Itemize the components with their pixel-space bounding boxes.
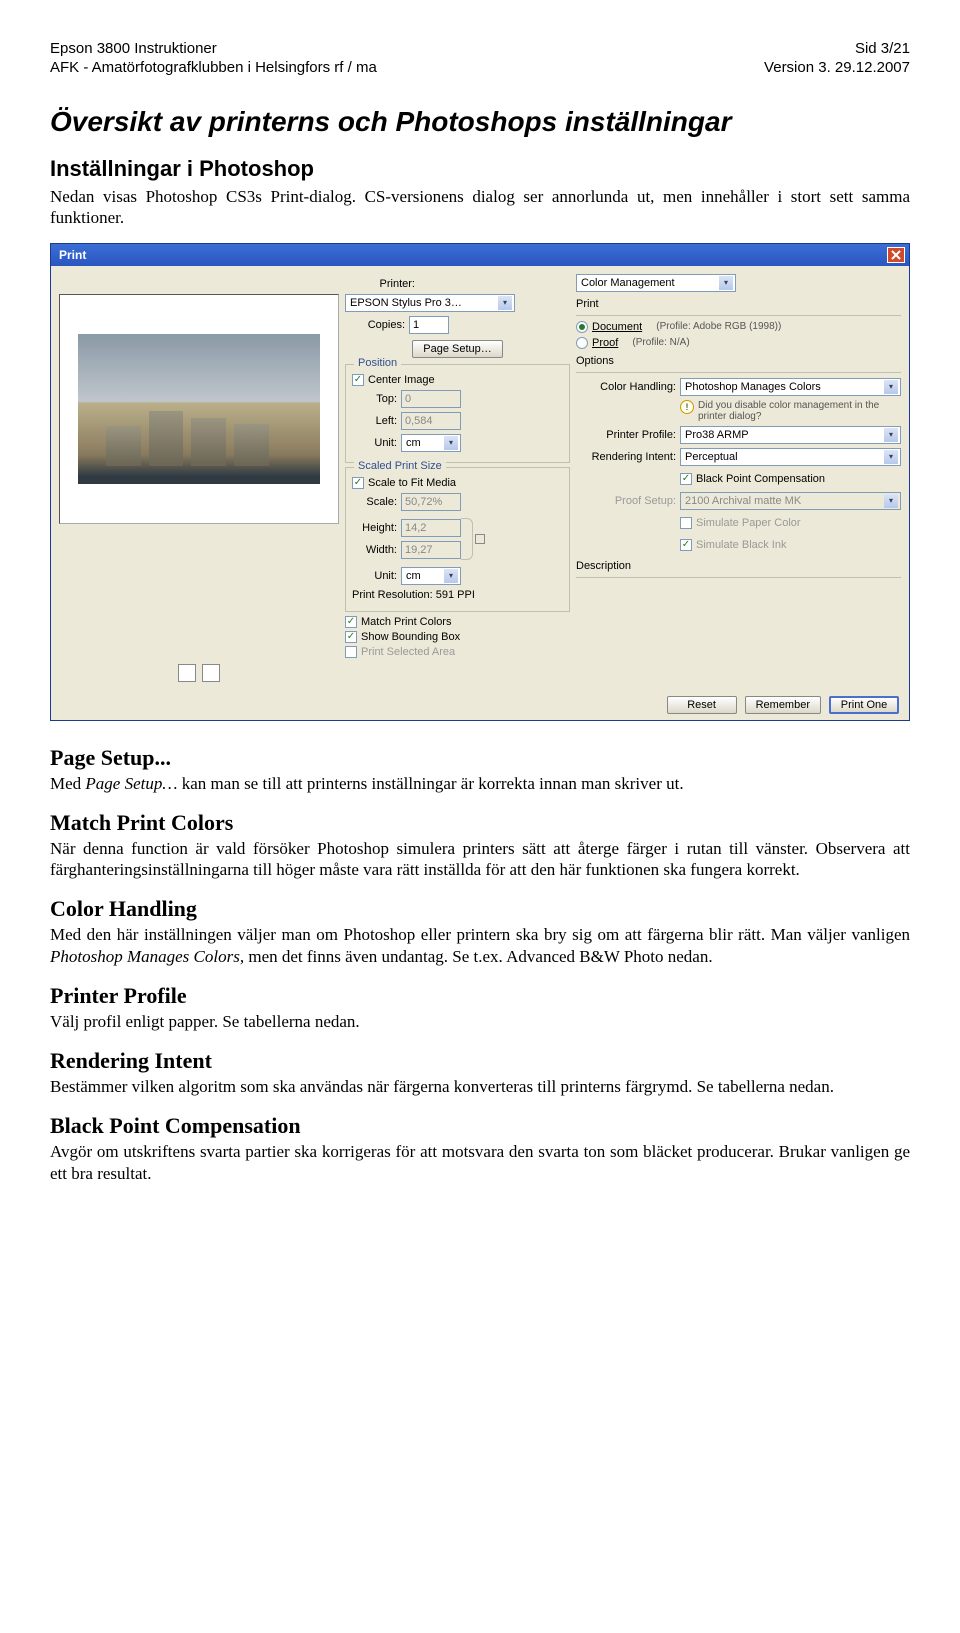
paragraph-printer-profile: Välj profil enligt papper. Se tabellerna… bbox=[50, 1011, 910, 1032]
paragraph-color-handling: Med den här inställningen väljer man om … bbox=[50, 924, 910, 967]
chevron-down-icon: ▾ bbox=[884, 494, 898, 508]
paragraph-page-setup: Med Page Setup… kan man se till att prin… bbox=[50, 773, 910, 794]
heading-match-print-colors: Match Print Colors bbox=[50, 810, 910, 836]
close-icon[interactable] bbox=[887, 247, 905, 263]
paragraph-match-print-colors: När denna function är vald försöker Phot… bbox=[50, 838, 910, 881]
intro-paragraph: Nedan visas Photoshop CS3s Print-dialog.… bbox=[50, 186, 910, 229]
top-input bbox=[401, 390, 461, 408]
printer-profile-label: Printer Profile: bbox=[576, 429, 676, 441]
chevron-down-icon: ▾ bbox=[444, 569, 458, 583]
link-icon[interactable] bbox=[475, 534, 485, 544]
height-label: Height: bbox=[352, 522, 397, 534]
print-one-button[interactable]: Print One bbox=[829, 696, 899, 714]
paragraph-rendering-intent: Bestämmer vilken algoritm som ska använd… bbox=[50, 1076, 910, 1097]
height-input bbox=[401, 519, 461, 537]
top-label: Top: bbox=[352, 393, 397, 405]
orientation-landscape-icon[interactable] bbox=[202, 664, 220, 682]
proof-setup-select: 2100 Archival matte MK▾ bbox=[680, 492, 901, 510]
scaled-legend: Scaled Print Size bbox=[354, 460, 446, 472]
heading-rendering-intent: Rendering Intent bbox=[50, 1048, 910, 1074]
match-print-colors-checkbox[interactable]: Match Print Colors bbox=[345, 616, 570, 628]
chevron-down-icon: ▾ bbox=[884, 428, 898, 442]
heading-color-handling: Color Handling bbox=[50, 896, 910, 922]
printer-profile-select[interactable]: Pro38 ARMP▾ bbox=[680, 426, 901, 444]
scale-label: Scale: bbox=[352, 496, 397, 508]
header-right-1: Sid 3/21 bbox=[855, 40, 910, 57]
page-title: Översikt av printerns och Photoshops ins… bbox=[50, 106, 910, 138]
rendering-intent-select[interactable]: Perceptual▾ bbox=[680, 448, 901, 466]
color-handling-select[interactable]: Photoshop Manages Colors▾ bbox=[680, 378, 901, 396]
show-bounding-box-checkbox[interactable]: Show Bounding Box bbox=[345, 631, 570, 643]
proof-radio[interactable] bbox=[576, 337, 588, 349]
orientation-portrait-icon[interactable] bbox=[178, 664, 196, 682]
print-subsection-label: Print bbox=[576, 298, 901, 310]
printer-label: Printer: bbox=[345, 278, 415, 290]
paragraph-black-point: Avgör om utskriftens svarta partier ska … bbox=[50, 1141, 910, 1184]
center-image-checkbox[interactable]: Center Image bbox=[352, 374, 563, 386]
header-right-2: Version 3. 29.12.2007 bbox=[764, 59, 910, 76]
copies-label: Copies: bbox=[345, 319, 405, 331]
simulate-black-ink-checkbox: Simulate Black Ink bbox=[680, 539, 786, 551]
position-group: Position Center Image Top: Left: Unit: c… bbox=[345, 364, 570, 463]
dialog-title-text: Print bbox=[59, 248, 86, 262]
warning-text: Did you disable color management in the … bbox=[698, 400, 901, 422]
section-photoshop: Inställningar i Photoshop bbox=[50, 156, 910, 182]
chevron-down-icon: ▾ bbox=[498, 296, 512, 310]
left-label: Left: bbox=[352, 415, 397, 427]
scaled-size-group: Scaled Print Size Scale to Fit Media Sca… bbox=[345, 467, 570, 612]
unit2-label: Unit: bbox=[352, 570, 397, 582]
remember-button[interactable]: Remember bbox=[745, 696, 821, 714]
chevron-down-icon: ▾ bbox=[884, 380, 898, 394]
print-dialog: Print Printer: bbox=[50, 243, 910, 721]
chevron-down-icon: ▾ bbox=[884, 450, 898, 464]
print-selected-area-checkbox: Print Selected Area bbox=[345, 646, 570, 658]
header-left-1: Epson 3800 Instruktioner bbox=[50, 40, 217, 57]
simulate-paper-checkbox: Simulate Paper Color bbox=[680, 517, 801, 529]
width-input bbox=[401, 541, 461, 559]
page-setup-button[interactable]: Page Setup… bbox=[412, 340, 503, 358]
unit2-select[interactable]: cm▾ bbox=[401, 567, 461, 585]
proof-radio-label: Proof bbox=[592, 337, 618, 349]
link-bracket-icon bbox=[461, 518, 473, 560]
description-label: Description bbox=[576, 560, 901, 572]
document-profile-info: (Profile: Adobe RGB (1998)) bbox=[656, 321, 781, 332]
document-radio-label: Document bbox=[592, 321, 642, 333]
scale-input bbox=[401, 493, 461, 511]
warning-icon: ! bbox=[680, 400, 694, 414]
heading-page-setup: Page Setup... bbox=[50, 745, 910, 771]
print-preview bbox=[59, 294, 339, 524]
reset-button[interactable]: Reset bbox=[667, 696, 737, 714]
chevron-down-icon: ▾ bbox=[719, 276, 733, 290]
printer-select[interactable]: EPSON Stylus Pro 3… ▾ bbox=[345, 294, 515, 312]
left-input bbox=[401, 412, 461, 430]
scale-to-fit-checkbox[interactable]: Scale to Fit Media bbox=[352, 477, 563, 489]
position-legend: Position bbox=[354, 357, 401, 369]
panel-mode-select[interactable]: Color Management▾ bbox=[576, 274, 736, 292]
black-point-checkbox[interactable]: Black Point Compensation bbox=[680, 473, 825, 485]
rendering-intent-label: Rendering Intent: bbox=[576, 451, 676, 463]
document-radio[interactable] bbox=[576, 321, 588, 333]
unit-select[interactable]: cm▾ bbox=[401, 434, 461, 452]
header-left-2: AFK - Amatörfotografklubben i Helsingfor… bbox=[50, 59, 377, 76]
copies-input[interactable] bbox=[409, 316, 449, 334]
heading-printer-profile: Printer Profile bbox=[50, 983, 910, 1009]
unit-label: Unit: bbox=[352, 437, 397, 449]
options-label: Options bbox=[576, 355, 901, 367]
heading-black-point: Black Point Compensation bbox=[50, 1113, 910, 1139]
color-handling-label: Color Handling: bbox=[576, 381, 676, 393]
width-label: Width: bbox=[352, 544, 397, 556]
chevron-down-icon: ▾ bbox=[444, 436, 458, 450]
proof-setup-label: Proof Setup: bbox=[576, 495, 676, 507]
printer-select-value: EPSON Stylus Pro 3… bbox=[350, 297, 462, 309]
print-resolution: Print Resolution: 591 PPI bbox=[352, 589, 563, 601]
proof-profile-info: (Profile: N/A) bbox=[632, 337, 689, 348]
dialog-titlebar[interactable]: Print bbox=[51, 244, 909, 266]
